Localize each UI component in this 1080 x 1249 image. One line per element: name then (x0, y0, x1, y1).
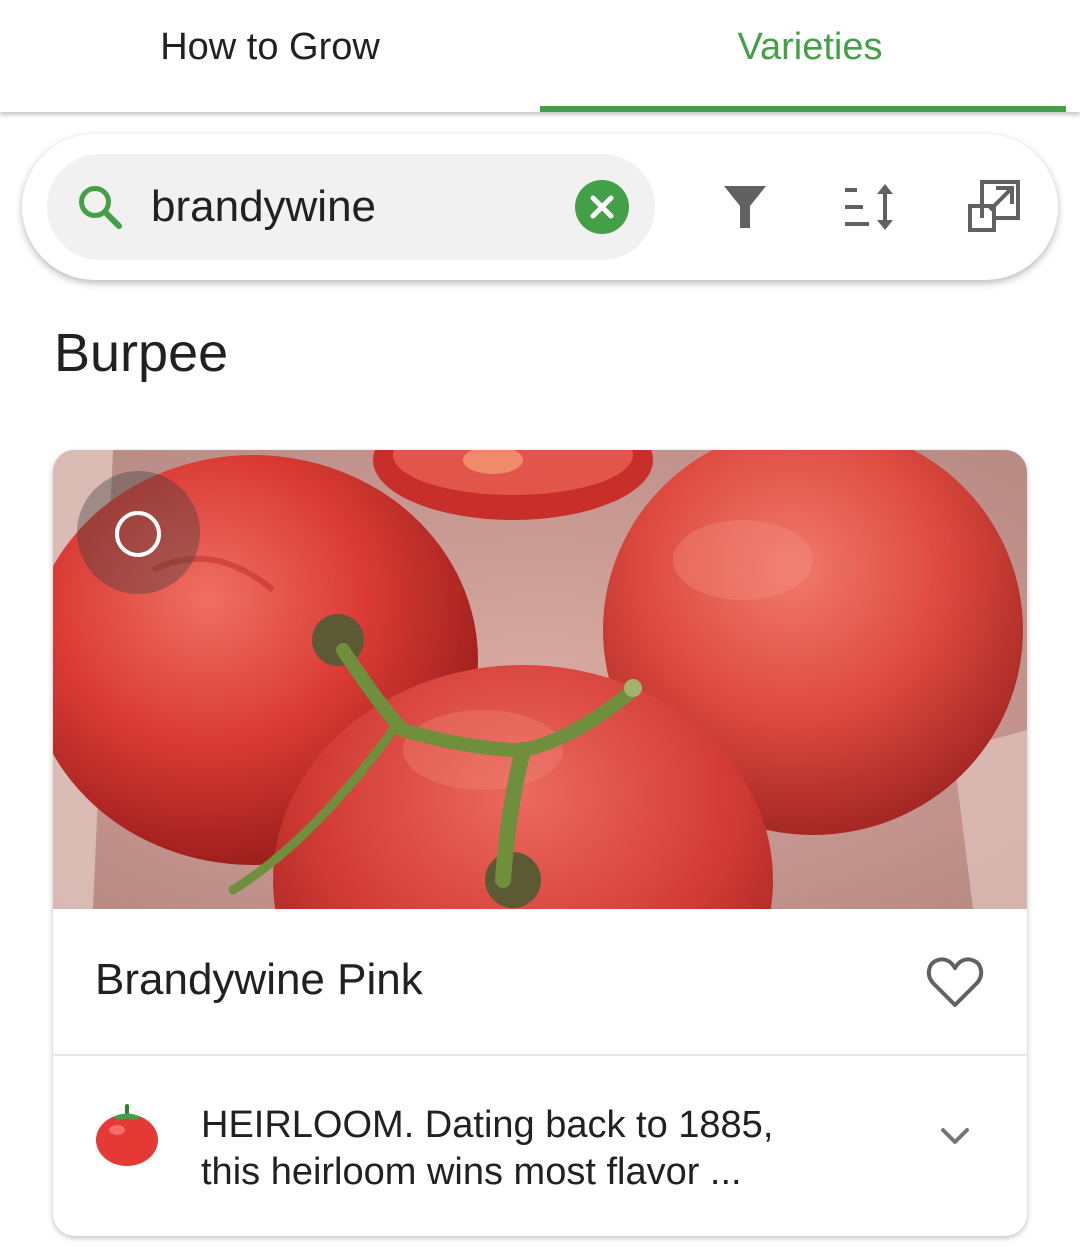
description-line-2: this heirloom wins most flavor ... (201, 1151, 742, 1193)
section-title: Burpee (54, 323, 229, 383)
variety-description: HEIRLOOM. Dating back to 1885, this heir… (201, 1102, 841, 1196)
variety-card[interactable]: Brandywine Pink HEIRLOOM. Dating back to… (53, 450, 1027, 1236)
description-line-1: HEIRLOOM. Dating back to 1885, (201, 1104, 774, 1146)
tomato-icon (96, 1104, 158, 1166)
card-header: Brandywine Pink (53, 909, 1027, 1056)
open-in-new-button[interactable] (962, 174, 1028, 240)
variety-description-row[interactable]: HEIRLOOM. Dating back to 1885, this heir… (53, 1056, 1027, 1236)
clear-search-button[interactable] (575, 180, 629, 234)
search-input[interactable] (151, 168, 551, 246)
tab-varieties-label: Varieties (737, 25, 883, 68)
close-circle-icon (590, 195, 614, 219)
open-in-new-icon (968, 180, 1020, 232)
filter-button[interactable] (712, 174, 778, 240)
tab-how-to-grow-label: How to Grow (160, 25, 380, 68)
active-tab-indicator (540, 106, 1066, 112)
tab-how-to-grow[interactable]: How to Grow (0, 0, 540, 112)
tab-bar: How to Grow Varieties (0, 0, 1080, 112)
sort-icon (845, 184, 893, 230)
sort-button[interactable] (837, 174, 903, 240)
tab-varieties[interactable]: Varieties (540, 0, 1080, 112)
filter-icon (724, 186, 766, 228)
circle-outline-icon (115, 511, 161, 557)
variety-photo (53, 450, 1027, 909)
search-toolbar (22, 134, 1058, 280)
favorite-button[interactable] (925, 953, 985, 1013)
variety-name: Brandywine Pink (95, 955, 423, 1004)
search-box[interactable] (47, 154, 655, 260)
heart-outline-icon (926, 957, 984, 1007)
search-icon (79, 186, 122, 229)
select-variety-toggle[interactable] (77, 471, 200, 594)
chevron-down-icon[interactable] (933, 1114, 977, 1158)
